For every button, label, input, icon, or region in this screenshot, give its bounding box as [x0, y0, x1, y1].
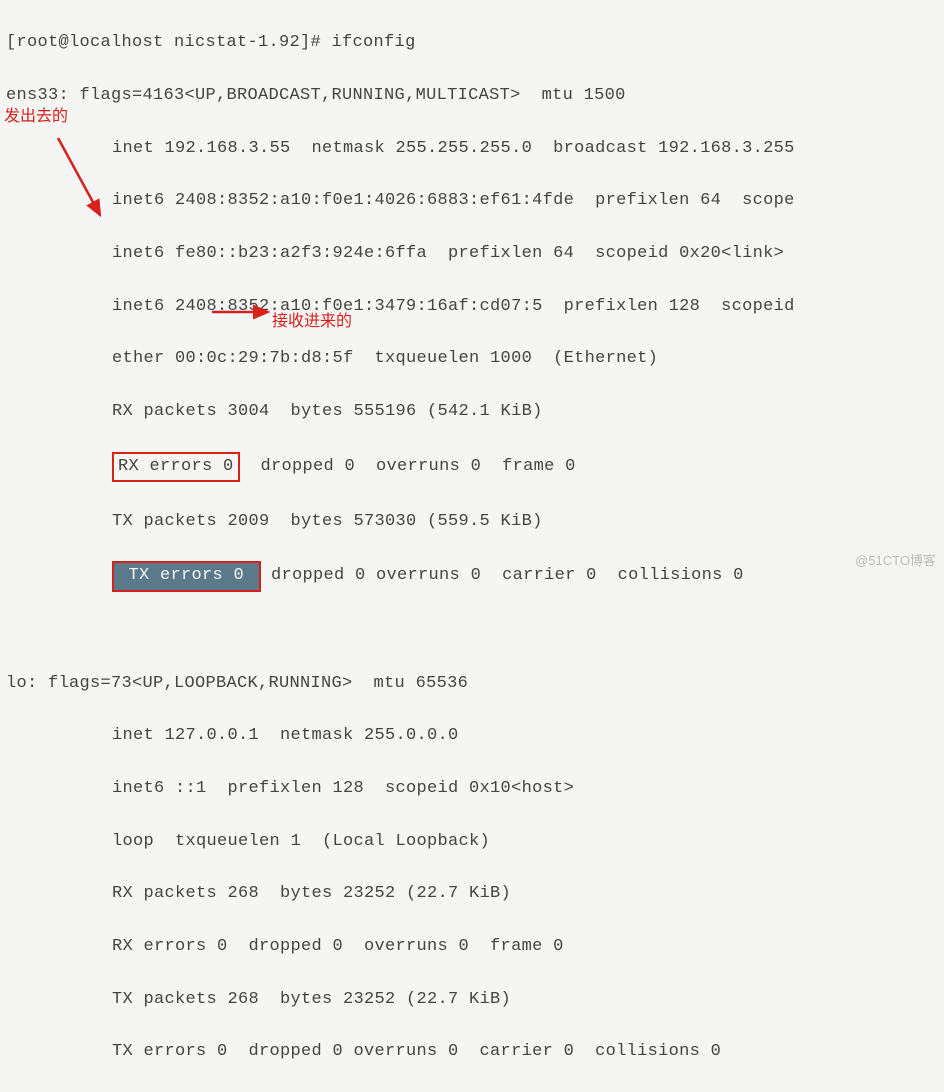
prompt-line: [root@localhost nicstat-1.92]# ifconfig [6, 30, 938, 56]
ens33-tx-packets: TX packets 2009 bytes 573030 (559.5 KiB) [6, 509, 938, 535]
terminal-output: [root@localhost nicstat-1.92]# ifconfig … [6, 4, 938, 1092]
lo-tx-errors: TX errors 0 dropped 0 overruns 0 carrier… [6, 1039, 938, 1065]
ens33-inet6-3: inet6 2408:8352:a10:f0e1:3479:16af:cd07:… [6, 294, 938, 320]
lo-rx-packets: RX packets 268 bytes 23252 (22.7 KiB) [6, 881, 938, 907]
tx-errors-rest: dropped 0 overruns 0 carrier 0 collision… [261, 566, 744, 585]
ens33-inet6-2: inet6 fe80::b23:a2f3:924e:6ffa prefixlen… [6, 241, 938, 267]
blank-line [6, 618, 938, 644]
tx-errors-highlight: TX errors 0 [112, 561, 261, 591]
rx-errors-rest: dropped 0 overruns 0 frame 0 [240, 457, 576, 476]
lo-header: lo: flags=73<UP,LOOPBACK,RUNNING> mtu 65… [6, 671, 938, 697]
ens33-rx-errors-line: RX errors 0 dropped 0 overruns 0 frame 0 [6, 452, 938, 482]
ens33-inet6-1: inet6 2408:8352:a10:f0e1:4026:6883:ef61:… [6, 188, 938, 214]
lo-inet: inet 127.0.0.1 netmask 255.0.0.0 [6, 723, 938, 749]
lo-rx-errors: RX errors 0 dropped 0 overruns 0 frame 0 [6, 934, 938, 960]
ens33-inet: inet 192.168.3.55 netmask 255.255.255.0 … [6, 136, 938, 162]
ens33-tx-errors-line: TX errors 0 dropped 0 overruns 0 carrier… [6, 561, 938, 591]
lo-tx-packets: TX packets 268 bytes 23252 (22.7 KiB) [6, 987, 938, 1013]
ens33-header: ens33: flags=4163<UP,BROADCAST,RUNNING,M… [6, 83, 938, 109]
ens33-rx-packets: RX packets 3004 bytes 555196 (542.1 KiB) [6, 399, 938, 425]
watermark: @51CTO博客 [855, 551, 936, 571]
annotation-incoming: 接收进来的 [272, 310, 352, 335]
lo-inet6: inet6 ::1 prefixlen 128 scopeid 0x10<hos… [6, 776, 938, 802]
annotation-outgoing: 发出去的 [4, 105, 68, 130]
rx-errors-highlight: RX errors 0 [112, 452, 240, 482]
ens33-ether: ether 00:0c:29:7b:d8:5f txqueuelen 1000 … [6, 346, 938, 372]
lo-loop: loop txqueuelen 1 (Local Loopback) [6, 829, 938, 855]
